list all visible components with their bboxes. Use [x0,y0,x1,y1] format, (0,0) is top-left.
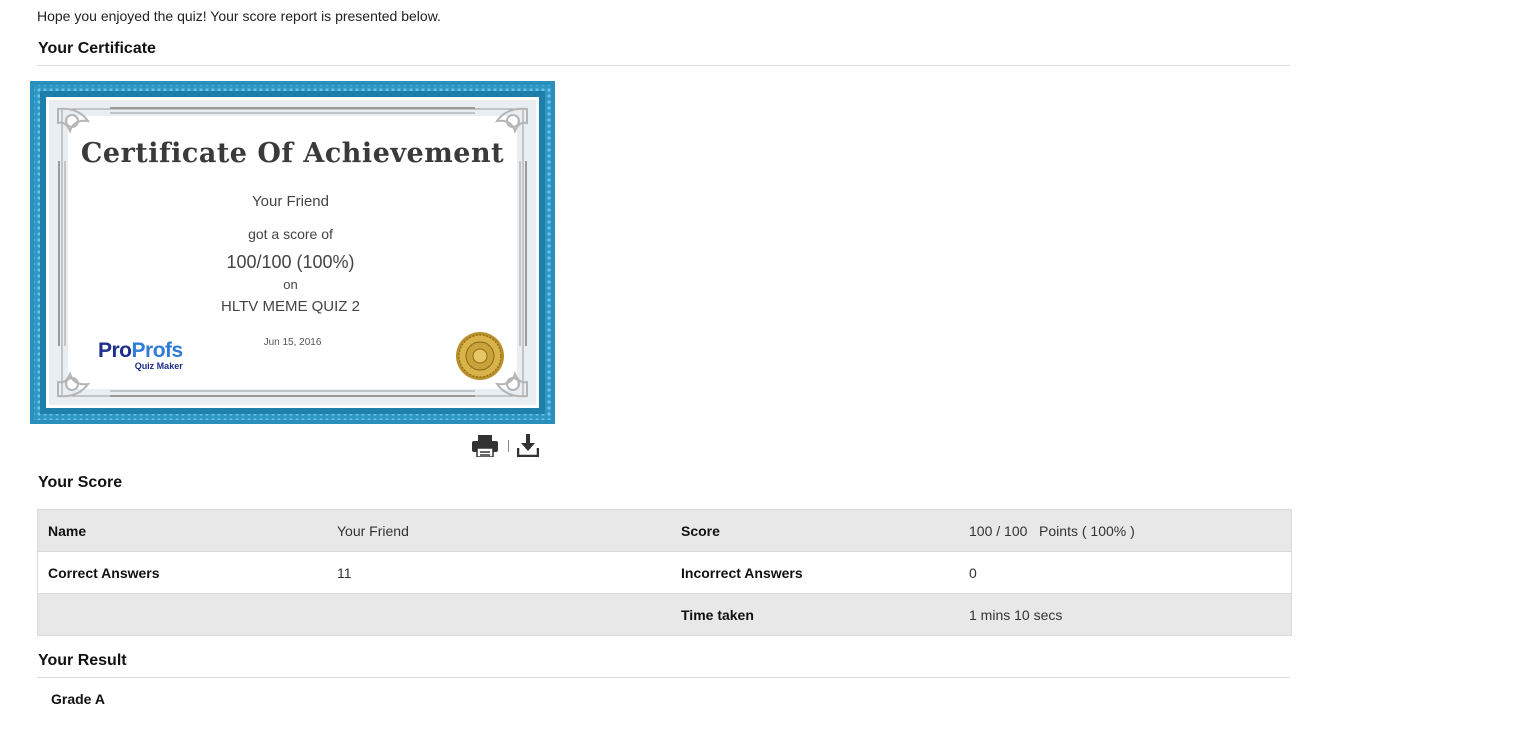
time-taken-value: 1 mins 10 secs [959,593,1292,636]
proprofs-logo: ProProfs Quiz Maker [98,339,184,372]
table-row: Correct Answers 11 Incorrect Answers 0 [37,551,1292,594]
certificate-actions [472,434,539,457]
download-icon[interactable] [517,434,539,457]
gold-seal-icon [456,332,504,380]
grade-text: Grade A [51,691,105,707]
logo-pro-text: Pro [98,339,132,362]
table-row: Name Your Friend Score 100 / 100 Points … [37,509,1292,552]
name-label: Name [37,509,327,552]
correct-answers-label: Correct Answers [37,551,327,594]
time-taken-label: Time taken [671,593,959,636]
incorrect-answers-label: Incorrect Answers [671,551,959,594]
logo-profs-text: Profs [131,339,184,362]
score-heading: Your Score [38,474,123,491]
certificate-score: 100/100 (100%) [226,252,355,272]
empty-cell [37,593,327,636]
certificate-got-score-text: got a score of [248,226,333,242]
divider [37,677,1290,678]
action-separator [508,439,509,452]
intro-text: Hope you enjoyed the quiz! Your score re… [37,8,441,24]
certificate-image: Certificate Of Achievement Your Friend g… [30,81,555,424]
certificate-on-text: on [283,277,298,292]
name-value: Your Friend [327,509,671,552]
empty-cell [327,593,671,636]
logo-subtitle: Quiz Maker [134,361,183,371]
score-table: Name Your Friend Score 100 / 100 Points … [37,509,1292,636]
divider [37,65,1290,66]
certificate-quiz-name: HLTV MEME QUIZ 2 [221,298,360,315]
print-icon[interactable] [472,434,498,457]
score-label: Score [671,509,959,552]
certificate-title: Certificate Of Achievement [80,138,505,169]
certificate-heading: Your Certificate [38,40,156,57]
certificate-recipient: Your Friend [252,193,329,210]
correct-answers-value: 11 [327,551,671,594]
result-heading: Your Result [38,652,127,669]
incorrect-answers-value: 0 [959,551,1292,594]
score-value: 100 / 100 Points ( 100% ) [959,509,1292,552]
table-row: Time taken 1 mins 10 secs [37,593,1292,636]
